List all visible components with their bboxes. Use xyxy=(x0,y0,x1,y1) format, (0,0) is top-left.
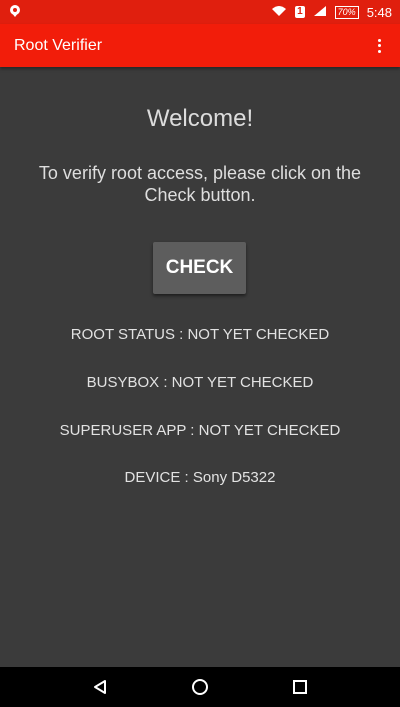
more-vert-icon[interactable] xyxy=(372,36,386,56)
battery-indicator: 70% xyxy=(334,5,359,19)
root-status-text: ROOT STATUS : NOT YET CHECKED xyxy=(70,326,330,343)
home-icon[interactable] xyxy=(190,677,210,697)
wifi-icon xyxy=(271,5,287,20)
back-icon[interactable] xyxy=(90,677,110,697)
busybox-status-text: BUSYBOX : NOT YET CHECKED xyxy=(86,374,314,391)
signal-icon xyxy=(313,5,327,20)
navigation-bar xyxy=(0,667,400,707)
instruction-text: To verify root access, please click on t… xyxy=(38,163,362,205)
app-bar: Root Verifier xyxy=(0,24,400,67)
app-title: Root Verifier xyxy=(14,36,103,54)
device-text: DEVICE : Sony D5322 xyxy=(124,469,276,486)
recents-icon[interactable] xyxy=(290,677,310,697)
main-content: Welcome! To verify root access, please c… xyxy=(0,67,400,667)
status-bar: 1 70% 5:48 xyxy=(0,0,400,24)
notification-count: 1 xyxy=(295,6,305,18)
superuser-status-text: SUPERUSER APP : NOT YET CHECKED xyxy=(59,422,341,439)
check-button[interactable]: CHECK xyxy=(153,242,246,294)
welcome-heading: Welcome! xyxy=(146,105,254,132)
clock: 5:48 xyxy=(366,4,392,20)
location-pin-icon xyxy=(8,4,22,21)
